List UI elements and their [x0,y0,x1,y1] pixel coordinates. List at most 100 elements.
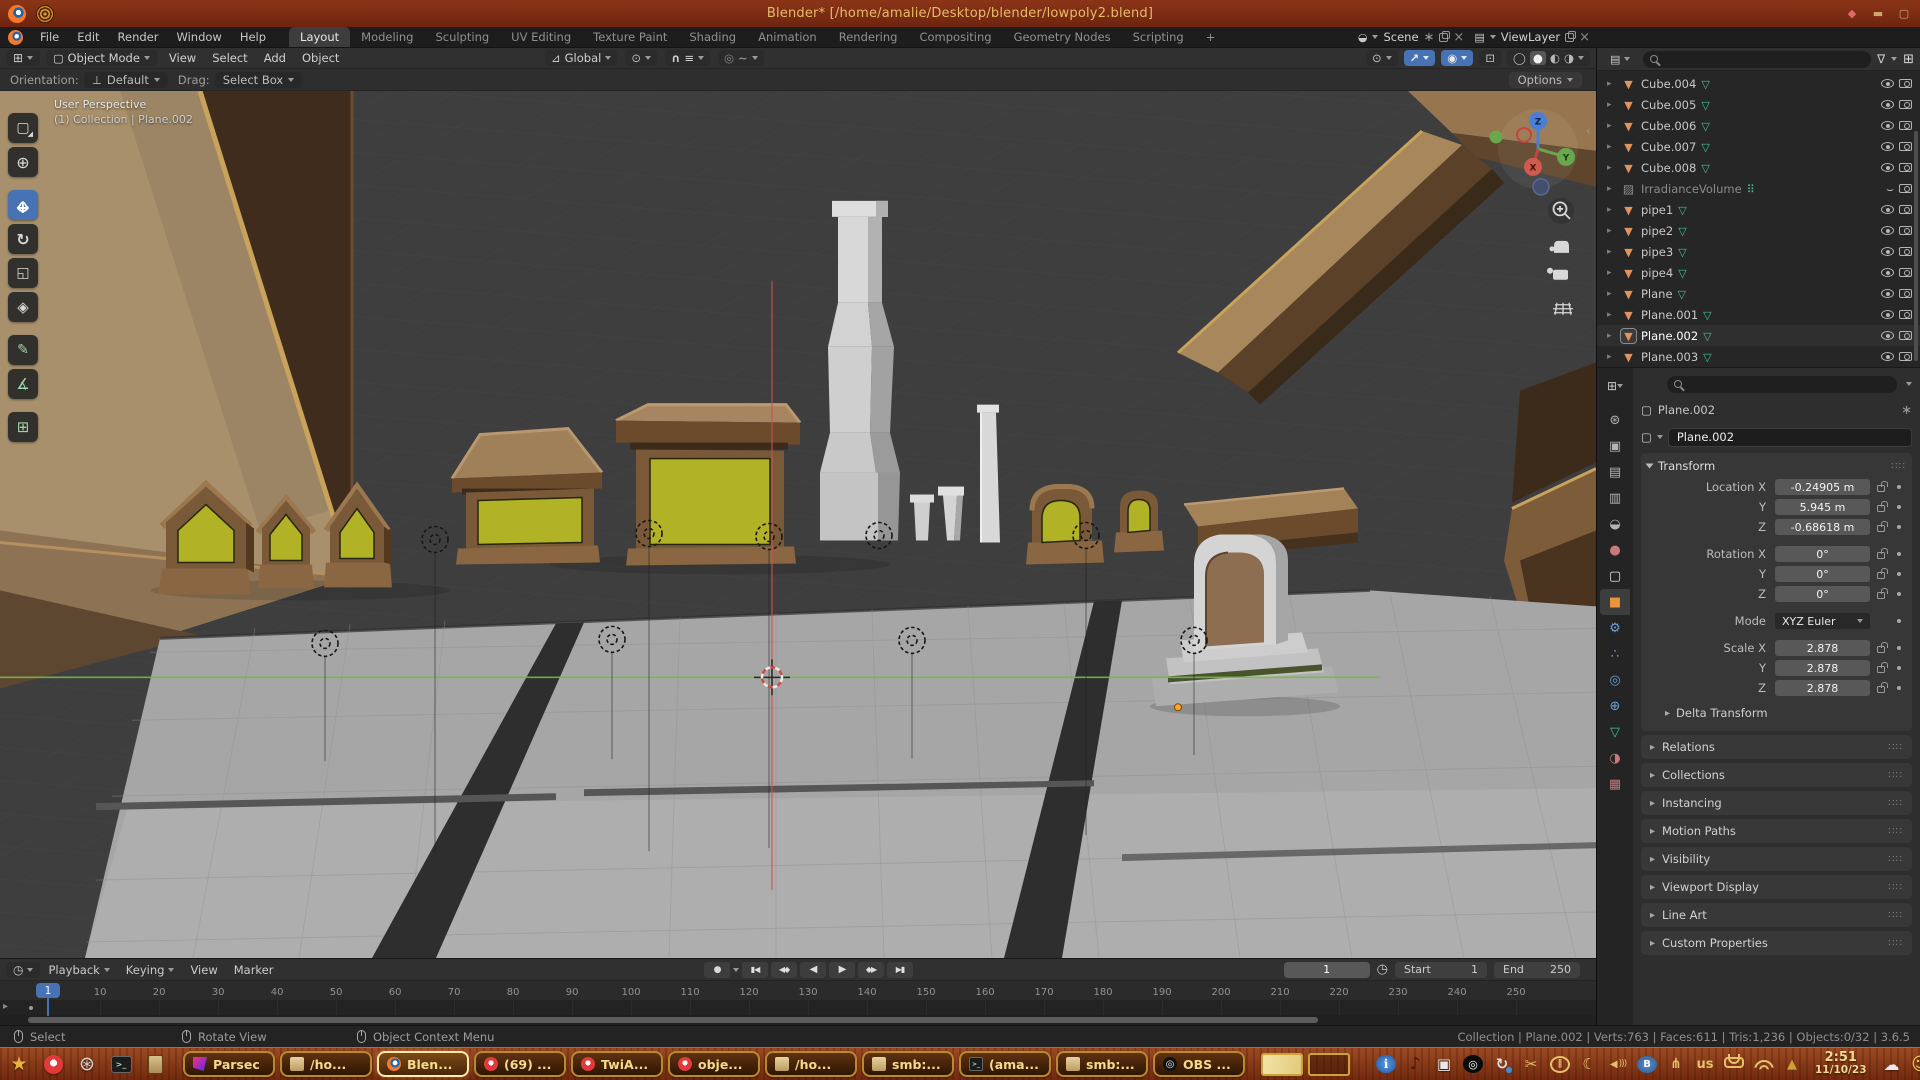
tab-shading[interactable]: Shading [678,27,747,47]
properties-tab-physics[interactable] [1600,667,1630,693]
tab-scripting[interactable]: Scripting [1122,27,1195,47]
view-layer-close-icon[interactable] [1579,30,1590,45]
panel-viewport-display[interactable]: Viewport Display [1641,875,1912,899]
tab-layout[interactable]: Layout [289,27,350,47]
value-slider[interactable]: 5.945 m [1775,499,1870,515]
object-name-field[interactable] [1668,428,1912,447]
panel-visibility[interactable]: Visibility [1641,847,1912,871]
expand-icon[interactable]: ▸ [1607,331,1616,341]
tab-uv-editing[interactable]: UV Editing [500,27,582,47]
camera-render-icon[interactable] [1899,247,1912,256]
camera-render-icon[interactable] [1899,331,1912,340]
tray-emoji-icon[interactable] [1911,1052,1920,1076]
properties-tab-output[interactable] [1600,459,1630,485]
editor-type-button[interactable] [6,50,40,66]
tray-info-icon[interactable] [1376,1055,1396,1073]
workspace-2[interactable] [1308,1053,1350,1076]
properties-editor-type-button[interactable] [1600,373,1630,399]
outliner-row[interactable]: ▸Cube.007 [1597,136,1920,157]
scene-close-icon[interactable] [1453,30,1464,45]
taskbar-window-blen-[interactable]: Blen... [377,1051,469,1077]
expand-icon[interactable]: ▸ [1607,184,1616,194]
tab-texture-paint[interactable]: Texture Paint [582,27,678,47]
properties-tab-tool[interactable] [1600,407,1630,433]
jump-to-start-button[interactable] [742,962,768,978]
current-frame-field[interactable]: 1 [1284,962,1370,978]
properties-tab-view-layer[interactable] [1600,485,1630,511]
properties-tab-constraints[interactable] [1600,693,1630,719]
outliner-row[interactable]: ▸Plane.003 [1597,346,1920,367]
properties-tab-collection[interactable] [1600,563,1630,589]
eye-icon[interactable] [1881,289,1894,298]
panel-custom-properties[interactable]: Custom Properties [1641,931,1912,955]
properties-search-input[interactable] [1687,378,1890,391]
expand-icon[interactable]: ▸ [1607,268,1616,278]
camera-render-icon[interactable] [1899,289,1912,298]
expand-icon[interactable]: ▸ [1607,289,1616,299]
properties-tab-modifiers[interactable] [1600,615,1630,641]
transform-orientation-dropdown[interactable]: Global [545,50,617,66]
tool-select-box-button[interactable] [8,113,38,143]
eye-icon[interactable] [1881,310,1894,319]
animate-dot-icon[interactable] [1897,666,1901,670]
timeline-menu-keying[interactable]: Keying [118,963,183,977]
filter-icon[interactable] [1877,52,1885,66]
expand-icon[interactable]: ▸ [1607,310,1616,320]
frame-end-field[interactable]: End250 [1494,962,1580,978]
eye-icon[interactable] [1881,205,1894,214]
tray-keyboard-layout-icon[interactable]: us [1695,1052,1715,1076]
view-layer-selector[interactable]: ViewLayer [1474,30,1590,45]
animate-dot-icon[interactable] [1897,619,1901,623]
menu-help[interactable]: Help [231,27,275,47]
outliner-row[interactable]: ▸pipe3 [1597,241,1920,262]
taskbar-window-smb-[interactable]: smb:... [862,1051,954,1077]
expand-icon[interactable]: ▸ [1607,100,1616,110]
camera-render-icon[interactable] [1899,205,1912,214]
tab-+[interactable]: + [1195,27,1227,47]
eye-icon[interactable] [1881,331,1894,340]
value-slider[interactable]: 2.878 [1775,660,1870,676]
tab-compositing[interactable]: Compositing [908,27,1002,47]
rendered-shading-icon[interactable] [1564,51,1574,65]
outliner-row[interactable]: ▸pipe4 [1597,262,1920,283]
previous-keyframe-button[interactable] [771,962,797,978]
properties-tab-object[interactable] [1600,589,1630,615]
timeline-ruler[interactable]: 1 10203040506070809010011012013014015016… [0,981,1596,1000]
tray-collapse-arrow-icon[interactable] [1782,1052,1802,1076]
lock-icon[interactable] [1877,592,1885,599]
drag-grip-icon[interactable] [1888,798,1903,809]
lock-icon[interactable] [1877,686,1885,693]
show-gizmo-toggle[interactable] [1404,50,1436,66]
outliner-row[interactable]: ▸Cube.006 [1597,115,1920,136]
auto-keying-button[interactable] [704,962,730,978]
expand-icon[interactable]: ▸ [1607,352,1616,362]
show-overlays-toggle[interactable] [1441,50,1473,66]
drag-grip-icon[interactable] [1888,742,1903,753]
tray-obs-icon[interactable] [1463,1055,1483,1073]
timeline-scrollbar-thumb[interactable] [28,1017,1318,1023]
tool-rotate-button[interactable] [8,224,38,254]
new-scene-icon[interactable] [1439,33,1448,42]
outliner-row[interactable]: ▸Cube.004 [1597,73,1920,94]
transform-panel-header[interactable]: Transform [1647,456,1906,476]
shading-mode-group[interactable] [1507,50,1590,66]
animate-dot-icon[interactable] [1897,525,1901,529]
outliner-row[interactable]: ▸IrradianceVolume [1597,178,1920,199]
window-minimize-button[interactable] [1870,6,1886,22]
window-shade-button[interactable] [1844,6,1860,22]
outliner-row[interactable]: ▸Cube.008 [1597,157,1920,178]
timeline-editor[interactable]: PlaybackKeyingViewMarker 1 [0,958,1596,1025]
panel-collections[interactable]: Collections [1641,763,1912,787]
rotation-mode-dropdown[interactable]: XYZ Euler [1775,613,1870,629]
timeline-editor-type-button[interactable] [6,962,40,978]
launcher-media[interactable] [74,1051,100,1077]
animate-dot-icon[interactable] [1897,686,1901,690]
timeline-scrollbar[interactable] [0,1015,1596,1025]
play-reverse-button[interactable] [800,962,826,978]
launcher-file-cabinet[interactable] [142,1051,168,1077]
delta-transform-panel[interactable]: Delta Transform [1665,703,1906,723]
orientation-setting-dropdown[interactable]: Default [84,72,168,88]
value-slider[interactable]: 0° [1775,566,1870,582]
blender-logo-icon[interactable] [8,30,23,45]
expand-icon[interactable]: ▸ [1607,121,1616,131]
